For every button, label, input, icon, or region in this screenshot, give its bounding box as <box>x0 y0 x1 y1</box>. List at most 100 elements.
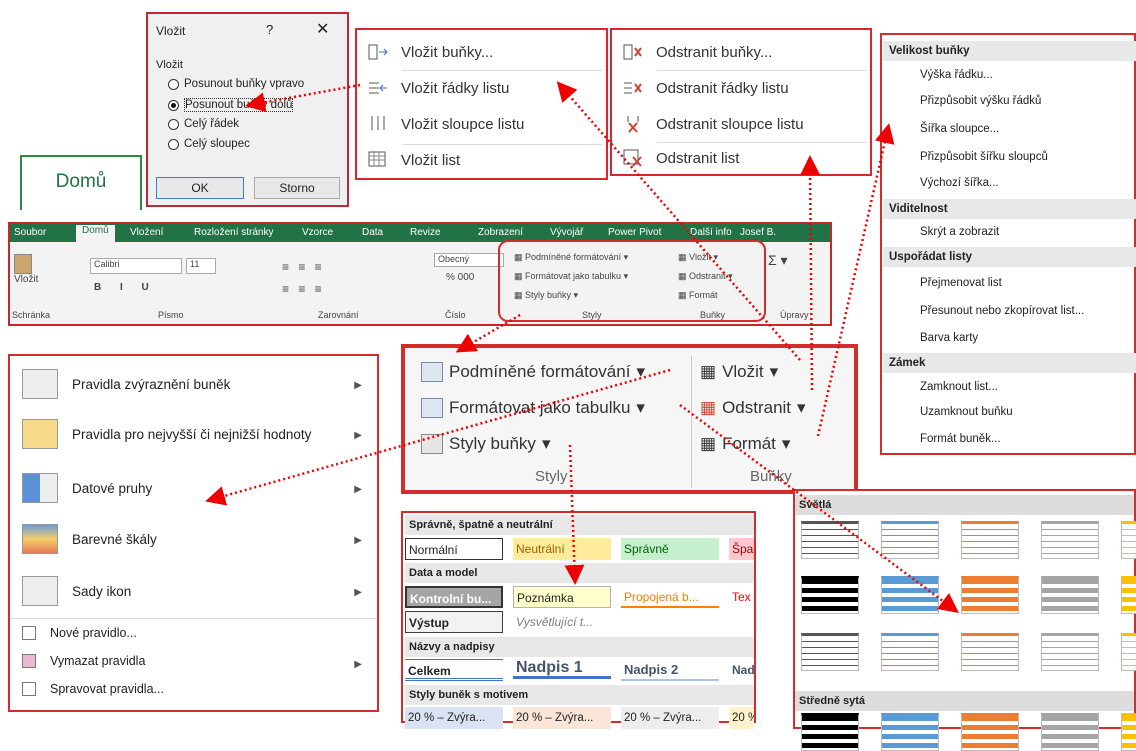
cf-data-bars[interactable]: Datové pruhy <box>22 473 152 503</box>
cf-clear-rules[interactable]: Vymazat pravidla <box>22 654 145 668</box>
radio-entire-row[interactable]: Celý řádek <box>168 118 239 130</box>
rename-sheet-item[interactable]: Přejmenovat list <box>920 277 1002 289</box>
table-style-swatch[interactable] <box>801 633 859 671</box>
zoom-cell-styles[interactable]: Styly buňky ▾ <box>421 434 550 454</box>
default-width-item[interactable]: Výchozí šířka... <box>920 177 999 189</box>
style-warning[interactable]: Tex <box>729 586 754 608</box>
style-heading2[interactable]: Nadpis 2 <box>621 659 719 681</box>
style-heading1[interactable]: Nadpis 1 <box>513 657 611 679</box>
font-size-box[interactable]: 11 <box>186 258 216 274</box>
table-style-swatch[interactable] <box>881 633 939 671</box>
table-style-swatch[interactable] <box>961 713 1019 751</box>
table-style-swatch[interactable] <box>1041 713 1099 751</box>
style-output[interactable]: Výstup <box>405 611 503 633</box>
table-style-swatch[interactable] <box>881 576 939 614</box>
table-style-swatch[interactable] <box>961 576 1019 614</box>
table-style-swatch[interactable] <box>1041 576 1099 614</box>
delete-columns-item[interactable]: Odstranit sloupce listu <box>612 106 804 142</box>
style-note[interactable]: Poznámka <box>513 586 611 608</box>
table-style-swatch[interactable] <box>961 521 1019 559</box>
cf-top-bottom[interactable]: Pravidla pro nejvyšší či nejnižší hodnot… <box>22 419 311 449</box>
tab-color-item[interactable]: Barva karty <box>920 332 978 344</box>
zoom-format-table[interactable]: Formátovat jako tabulku ▾ <box>421 398 645 418</box>
cf-new-rule[interactable]: Nové pravidlo... <box>22 626 137 640</box>
move-copy-item[interactable]: Přesunout nebo zkopírovat list... <box>920 305 1084 317</box>
ribbon-tab-11[interactable]: Josef B. <box>740 227 776 238</box>
radio-shift-right[interactable]: Posunout buňky vpravo <box>168 78 304 90</box>
align-buttons[interactable]: ≡ ≡ ≡ <box>282 260 325 274</box>
table-style-swatch[interactable] <box>1041 521 1099 559</box>
insert-sheet-item[interactable]: Vložit list <box>357 142 460 178</box>
style-linked[interactable]: Propojená b... <box>621 586 719 608</box>
table-style-swatch[interactable] <box>1121 633 1136 671</box>
table-style-swatch[interactable] <box>1121 521 1136 559</box>
table-style-swatch[interactable] <box>801 576 859 614</box>
ribbon-tab-0[interactable]: Soubor <box>14 227 46 238</box>
insert-cells-item[interactable]: Vložit buňky... <box>357 34 493 70</box>
percent-buttons[interactable]: % 000 <box>446 272 474 283</box>
radio-shift-down[interactable]: Posunout buňky dolů <box>168 98 294 112</box>
hide-unhide-item[interactable]: Skrýt a zobrazit <box>920 226 999 238</box>
ribbon-tab-2[interactable]: Vložení <box>130 227 163 238</box>
style-accent3-20[interactable]: 20 % – Zvýra... <box>621 707 719 729</box>
autofit-row-item[interactable]: Přizpůsobit výšku řádků <box>920 95 1041 107</box>
ok-button[interactable]: OK <box>156 177 244 199</box>
align-buttons-2[interactable]: ≡ ≡ ≡ <box>282 282 325 296</box>
ribbon-tab-4[interactable]: Vzorce <box>302 227 333 238</box>
style-neutral[interactable]: Neutrální <box>513 538 611 560</box>
paste-button[interactable]: Vložit <box>14 254 38 285</box>
ribbon-tab-5[interactable]: Data <box>362 227 383 238</box>
table-style-swatch[interactable] <box>801 713 859 751</box>
delete-rows-item[interactable]: Odstranit řádky listu <box>612 70 789 106</box>
style-explanatory[interactable]: Vysvětlující t... <box>513 611 611 633</box>
insert-rows-item[interactable]: Vložit řádky listu <box>357 70 509 106</box>
font-format-buttons[interactable]: B I U <box>94 282 157 293</box>
style-heading3[interactable]: Nad <box>729 659 754 681</box>
ribbon-tab-3[interactable]: Rozložení stránky <box>194 227 273 238</box>
cf-icon-sets[interactable]: Sady ikon <box>22 576 131 606</box>
table-style-swatch[interactable] <box>961 633 1019 671</box>
zoom-format[interactable]: ▦ Formát ▾ <box>700 434 790 454</box>
ribbon-tab-6[interactable]: Revize <box>410 227 441 238</box>
delete-cells-item[interactable]: Odstranit buňky... <box>612 34 772 70</box>
insert-columns-item[interactable]: Vložit sloupce listu <box>357 106 524 142</box>
row-height-item[interactable]: Výška řádku... <box>920 69 993 81</box>
style-accent2-20[interactable]: 20 % – Zvýra... <box>513 707 611 729</box>
protect-sheet-item[interactable]: Zamknout list... <box>920 381 998 393</box>
ribbon-tab-8[interactable]: Vývojář <box>550 227 583 238</box>
format-cells-item[interactable]: Formát buněk... <box>920 433 1001 445</box>
home-tab-zoom[interactable]: Domů <box>20 155 142 210</box>
table-style-swatch[interactable] <box>881 713 939 751</box>
style-check-cell[interactable]: Kontrolní bu... <box>405 586 503 608</box>
zoom-delete[interactable]: ▦ Odstranit ▾ <box>700 398 806 418</box>
ribbon-tab-1[interactable]: Domů <box>76 225 115 242</box>
column-width-item[interactable]: Šířka sloupce... <box>920 123 999 135</box>
style-bad[interactable]: Špa <box>729 538 754 560</box>
autosum-icon[interactable]: Σ ▾ <box>768 252 788 269</box>
ribbon-tab-10[interactable]: Další info <box>690 227 732 238</box>
ribbon-tab-7[interactable]: Zobrazení <box>478 227 523 238</box>
cf-manage-rules[interactable]: Spravovat pravidla... <box>22 682 164 696</box>
cancel-button[interactable]: Storno <box>254 177 340 199</box>
table-style-swatch[interactable] <box>1121 576 1136 614</box>
autofit-column-item[interactable]: Přizpůsobit šířku sloupců <box>920 151 1048 163</box>
table-style-swatch[interactable] <box>801 521 859 559</box>
style-good[interactable]: Správně <box>621 538 719 560</box>
table-style-swatch[interactable] <box>881 521 939 559</box>
delete-sheet-item[interactable]: Odstranit list <box>612 140 739 176</box>
lock-cell-item[interactable]: Uzamknout buňku <box>920 406 1013 418</box>
radio-entire-column[interactable]: Celý sloupec <box>168 138 250 150</box>
close-icon[interactable]: ✕ <box>316 19 329 39</box>
style-normal[interactable]: Normální <box>405 538 503 560</box>
ribbon-tab-9[interactable]: Power Pivot <box>608 227 661 238</box>
zoom-cond-format[interactable]: Podmíněné formátování ▾ <box>421 362 645 382</box>
table-style-swatch[interactable] <box>1041 633 1099 671</box>
style-total[interactable]: Celkem <box>405 659 503 681</box>
cf-color-scales[interactable]: Barevné škály <box>22 524 157 554</box>
zoom-insert[interactable]: ▦ Vložit ▾ <box>700 362 778 382</box>
table-style-swatch[interactable] <box>1121 713 1136 751</box>
number-format-box[interactable]: Obecný <box>434 253 504 267</box>
style-accent1-20[interactable]: 20 % – Zvýra... <box>405 707 503 729</box>
font-name-box[interactable]: Calibri <box>90 258 182 274</box>
style-accent4-20[interactable]: 20 % <box>729 707 754 729</box>
